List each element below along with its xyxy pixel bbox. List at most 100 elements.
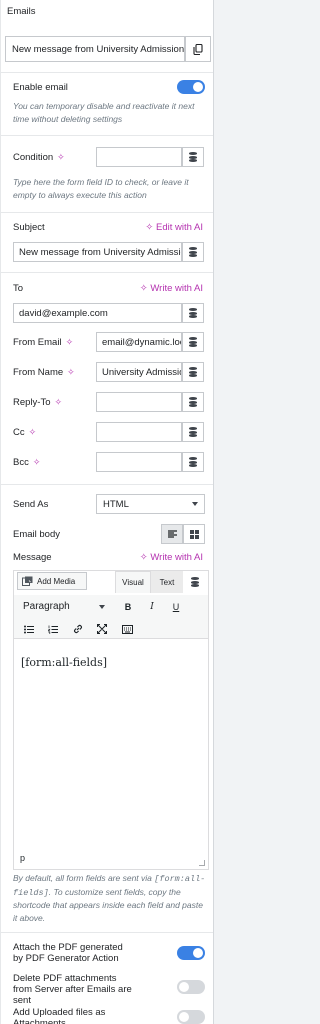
send-as-select[interactable]: HTML	[96, 494, 205, 514]
chevron-down-icon	[99, 605, 105, 609]
from-name-input[interactable]: University Admission	[96, 362, 182, 382]
italic-icon[interactable]: I	[145, 600, 159, 614]
send-as-label: Send As	[13, 499, 49, 510]
to-write-with-ai-link[interactable]: ✧ Write with AI	[140, 283, 203, 294]
ai-sparkle-icon: ✧	[139, 552, 148, 563]
dynamic-tag-icon[interactable]: ✧	[29, 427, 37, 437]
message-write-with-ai-link[interactable]: ✧ Write with AI	[140, 552, 203, 563]
database-button[interactable]	[182, 392, 204, 412]
enable-email-help: You can temporary disable and reactivate…	[13, 101, 195, 124]
bcc-label: Bcc ✧	[13, 457, 40, 468]
link-icon[interactable]	[71, 622, 85, 636]
editor-status-path: p	[20, 853, 26, 863]
database-button[interactable]	[182, 422, 204, 442]
to-label: To	[13, 283, 24, 294]
message-help-part1: By default, all form fields are sent via	[13, 873, 155, 883]
tab-text[interactable]: Text	[151, 571, 183, 593]
attach-pdf-toggle[interactable]	[177, 946, 205, 960]
divider	[1, 484, 213, 485]
condition-help: Type here the form field ID to check, or…	[13, 177, 189, 200]
dynamic-tag-icon[interactable]: ✧	[57, 152, 65, 162]
editor-content[interactable]: [form:all-fields]	[21, 656, 107, 669]
from-email-input[interactable]: email@dynamic.localhost	[96, 332, 182, 352]
reply-to-label-text: Reply-To	[13, 397, 51, 408]
email-title-input[interactable]: New message from University Admission	[5, 36, 185, 62]
cc-label: Cc ✧	[13, 427, 36, 438]
fullscreen-icon[interactable]	[95, 622, 109, 636]
dynamic-tag-icon[interactable]: ✧	[67, 367, 75, 377]
toolbar-toggle-icon[interactable]	[120, 622, 134, 636]
enable-email-label: Enable email	[13, 82, 68, 93]
ai-sparkle-icon: ✧	[139, 283, 148, 294]
underline-icon[interactable]: U	[169, 600, 183, 614]
format-select[interactable]: Paragraph	[19, 598, 111, 616]
email-action-panel: Emails New message from University Admis…	[0, 0, 214, 1024]
database-icon	[189, 367, 197, 377]
from-name-label-text: From Name	[13, 367, 64, 378]
message-ai-link-label: Write with AI	[150, 552, 203, 563]
divider	[1, 72, 213, 73]
delete-pdf-toggle[interactable]	[177, 980, 205, 994]
body-layout-grid-button[interactable]	[183, 524, 205, 544]
format-select-value: Paragraph	[23, 601, 70, 612]
numbered-list-icon[interactable]	[46, 622, 60, 636]
copy-button[interactable]	[185, 36, 211, 62]
add-uploaded-toggle[interactable]	[177, 1010, 205, 1024]
database-button[interactable]	[182, 303, 204, 323]
send-as-selected: HTML	[103, 499, 129, 510]
divider	[1, 932, 213, 933]
database-icon	[191, 577, 199, 587]
from-name-label: From Name ✧	[13, 367, 75, 378]
to-ai-link-label: Write with AI	[150, 283, 203, 294]
subject-label: Subject	[13, 222, 45, 233]
database-icon	[189, 247, 197, 257]
reply-to-input[interactable]	[96, 392, 182, 412]
bullet-list-icon[interactable]	[22, 622, 36, 636]
subject-edit-with-ai-link[interactable]: ✧ Edit with AI	[145, 222, 203, 233]
database-button[interactable]	[182, 147, 204, 167]
database-icon	[189, 152, 197, 162]
reply-to-label: Reply-To ✧	[13, 397, 62, 408]
tab-visual[interactable]: Visual	[115, 571, 151, 593]
delete-pdf-label: Delete PDF attachments from Server after…	[13, 973, 132, 1006]
add-uploaded-label: Add Uploaded files as Attachments	[13, 1007, 106, 1024]
dynamic-tag-icon[interactable]: ✧	[66, 337, 74, 347]
from-email-label-text: From Email	[13, 337, 62, 348]
body-layout-text-button[interactable]	[161, 524, 183, 544]
editor-toolbar: Paragraph B I U	[14, 595, 208, 639]
database-button[interactable]	[184, 572, 206, 592]
cc-input[interactable]	[96, 422, 182, 442]
database-button[interactable]	[182, 362, 204, 382]
bold-icon[interactable]: B	[121, 600, 135, 614]
bcc-input[interactable]	[96, 452, 182, 472]
resize-handle[interactable]	[199, 860, 205, 866]
condition-input[interactable]	[96, 147, 182, 167]
ai-sparkle-icon: ✧	[145, 222, 154, 233]
section-title: Emails	[7, 6, 36, 17]
add-media-button[interactable]: Add Media	[17, 572, 87, 590]
divider	[1, 212, 213, 213]
database-icon	[189, 397, 197, 407]
database-icon	[189, 337, 197, 347]
attach-pdf-label: Attach the PDF generated by PDF Generato…	[13, 942, 123, 964]
database-button[interactable]	[182, 452, 204, 472]
grid-icon	[189, 529, 199, 539]
database-button[interactable]	[182, 332, 204, 352]
subject-input[interactable]: New message from University Admission	[13, 242, 182, 262]
to-input[interactable]: david@example.com	[13, 303, 182, 323]
align-left-icon	[167, 530, 177, 538]
cc-label-text: Cc	[13, 427, 25, 438]
message-editor: Paragraph B I U [form:all-fields] p	[13, 570, 209, 870]
media-icon	[22, 576, 33, 586]
database-button[interactable]	[182, 242, 204, 262]
database-icon	[189, 427, 197, 437]
copy-icon	[193, 43, 203, 55]
enable-email-toggle[interactable]	[177, 80, 205, 94]
database-icon	[189, 308, 197, 318]
chevron-down-icon	[192, 502, 198, 506]
dynamic-tag-icon[interactable]: ✧	[33, 457, 41, 467]
message-help: By default, all form fields are sent via…	[13, 872, 209, 924]
condition-label-text: Condition	[13, 152, 54, 163]
condition-label: Condition ✧	[13, 152, 65, 163]
dynamic-tag-icon[interactable]: ✧	[55, 397, 63, 407]
